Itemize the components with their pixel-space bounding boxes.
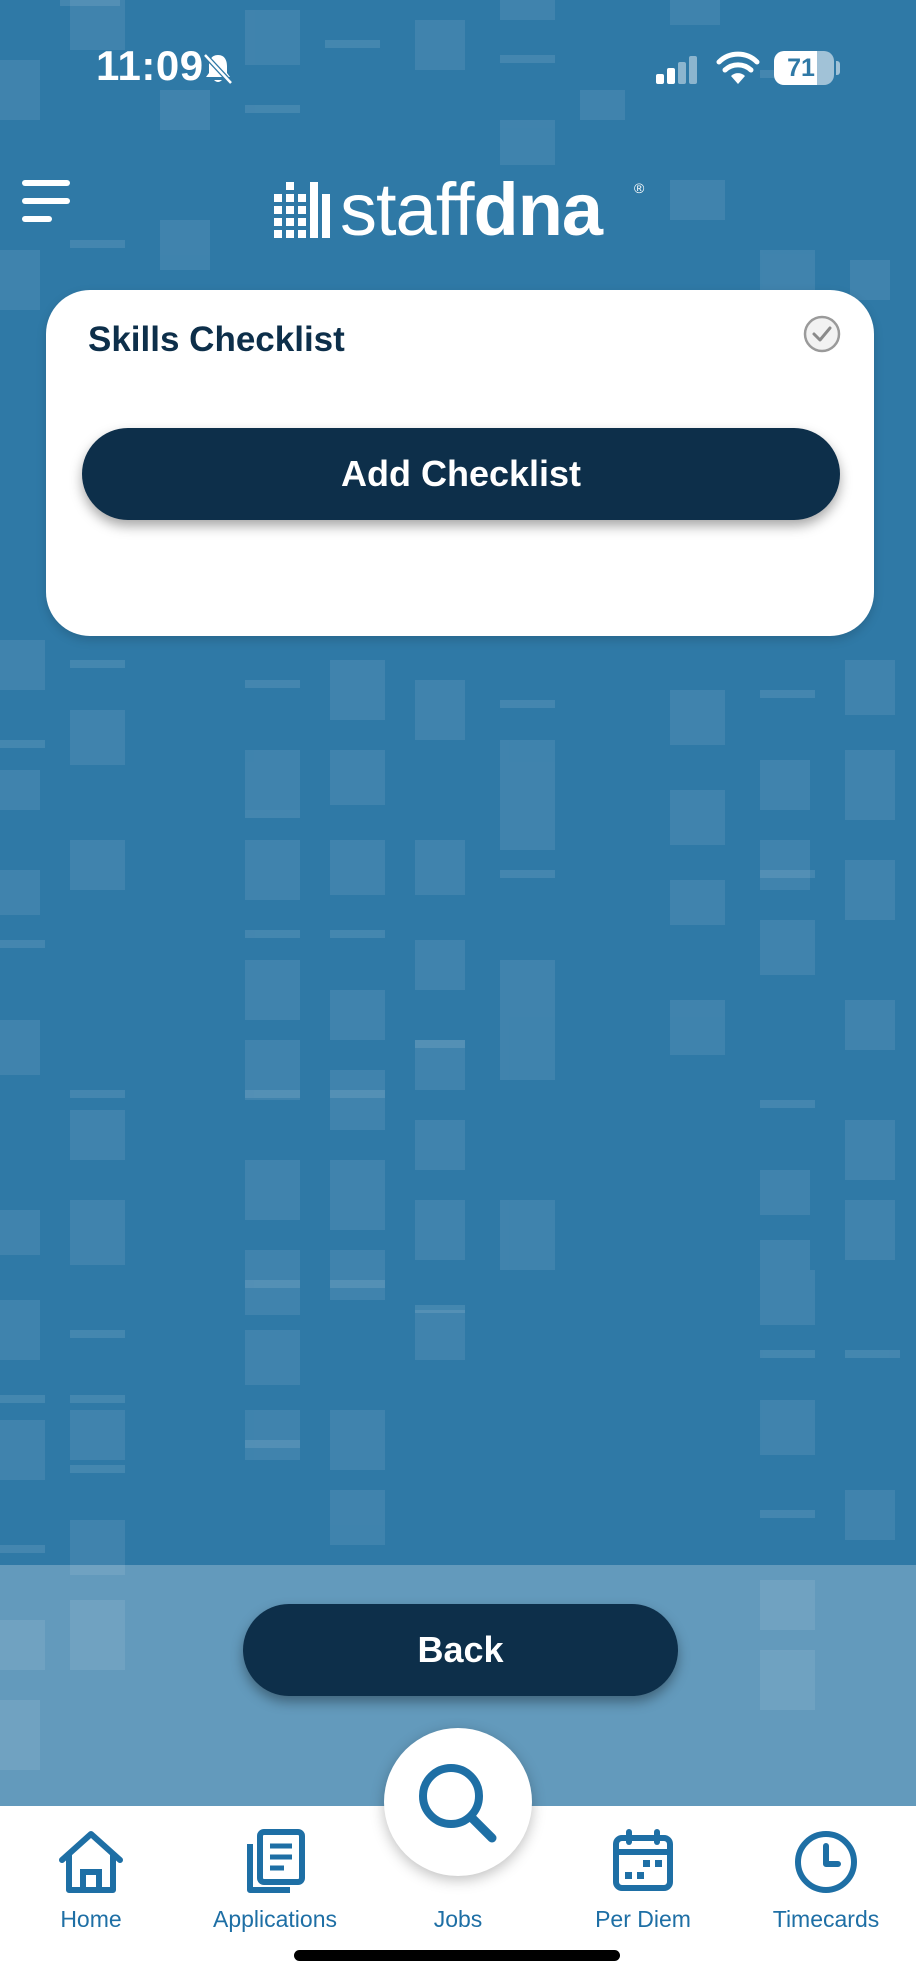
bell-slash-icon — [203, 53, 233, 85]
clock-icon — [795, 1831, 857, 1893]
staffdna-logo: staffdna ® — [272, 170, 652, 250]
logo-wordmark: staffdna — [340, 168, 604, 251]
documents-icon — [247, 1829, 305, 1893]
logo-text-light: staff — [340, 168, 474, 251]
home-icon — [59, 1831, 123, 1893]
battery-nub — [836, 61, 840, 75]
registered-mark: ® — [634, 180, 645, 196]
logo-bars-icon — [274, 182, 330, 238]
calendar-icon — [613, 1829, 673, 1891]
tab-label: Per Diem — [595, 1906, 691, 1932]
add-checklist-button[interactable]: Add Checklist — [82, 428, 840, 520]
tab-label-jobs: Jobs — [433, 1906, 483, 1932]
status-bar: 11:09 71 — [0, 0, 916, 130]
tab-home[interactable]: Home — [6, 1806, 176, 1946]
back-button[interactable]: Back — [243, 1604, 678, 1696]
skills-checklist-card: Skills Checklist Add Checklist — [46, 290, 874, 636]
tab-label: Timecards — [772, 1906, 880, 1932]
logo-text-bold: dna — [473, 168, 604, 251]
cellular-signal-icon — [656, 56, 697, 84]
home-indicator — [294, 1950, 620, 1961]
checkmark-circle-icon — [803, 315, 841, 353]
card-title: Skills Checklist — [88, 320, 345, 359]
menu-button[interactable] — [18, 176, 74, 232]
tab-applications[interactable]: Applications — [190, 1806, 360, 1946]
tab-timecards[interactable]: Timecards — [741, 1806, 911, 1946]
wifi-icon — [716, 51, 760, 84]
hamburger-menu-icon — [22, 180, 70, 222]
tab-jobs[interactable] — [384, 1728, 532, 1876]
search-icon — [419, 1764, 497, 1843]
battery-icon: 71 — [774, 51, 834, 85]
tab-label: Applications — [212, 1906, 338, 1932]
battery-level: 71 — [787, 54, 815, 82]
status-time: 11:09 — [96, 42, 204, 89]
tab-per-diem[interactable]: Per Diem — [558, 1806, 728, 1946]
tab-label: Home — [60, 1906, 122, 1932]
